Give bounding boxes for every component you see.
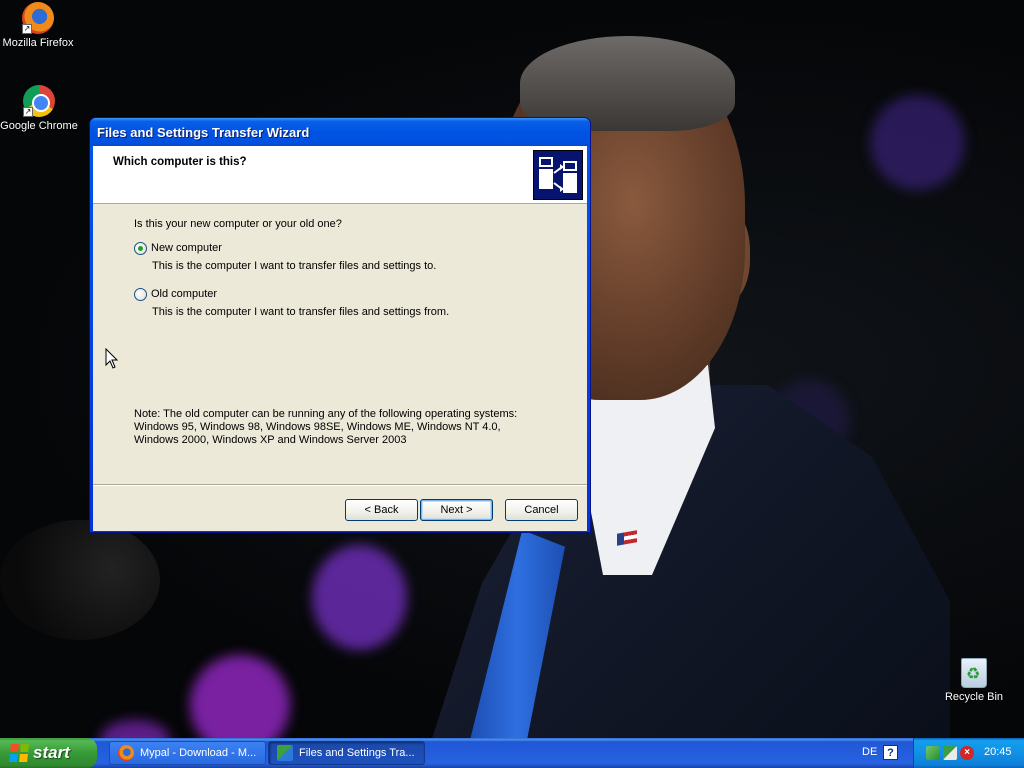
wizard-heading: Which computer is this?	[113, 156, 247, 168]
window-title: Files and Settings Transfer Wizard	[97, 124, 310, 140]
windows-flag-icon	[9, 744, 29, 762]
wizard-question: Is this your new computer or your old on…	[134, 218, 342, 230]
old-computer-radio[interactable]	[134, 287, 147, 301]
recycle-bin-icon	[961, 658, 987, 688]
taskbar-button-transfer-wizard[interactable]: Files and Settings Tra...	[268, 741, 425, 765]
taskbar: start Mypal - Download - M... Files and …	[0, 738, 1024, 768]
shortcut-arrow-icon: ↗	[22, 24, 32, 34]
taskbar-button-label: Files and Settings Tra...	[299, 747, 415, 759]
next-button[interactable]: Next >	[420, 499, 493, 521]
footer-divider	[93, 484, 587, 486]
transfer-wizard-icon	[533, 150, 583, 200]
network-icon[interactable]	[926, 746, 940, 760]
desktop-icon-recycle-bin[interactable]: Recycle Bin	[934, 658, 1014, 703]
cancel-button[interactable]: Cancel	[505, 499, 578, 521]
wallpaper-bokeh	[312, 545, 407, 650]
new-computer-radio[interactable]	[134, 241, 147, 255]
wizard-client-area: Which computer is this? Is this your new…	[93, 146, 587, 531]
start-label: start	[33, 743, 70, 762]
wallpaper-bokeh	[100, 720, 170, 738]
new-computer-description: This is the computer I want to transfer …	[152, 260, 437, 272]
note-line: Windows 2000, Windows XP and Windows Ser…	[134, 434, 407, 446]
clock[interactable]: 20:45	[984, 746, 1012, 758]
help-icon[interactable]: ?	[883, 745, 898, 760]
wallpaper-microphone	[0, 520, 160, 640]
desktop-icon-label: Google Chrome	[0, 120, 78, 132]
shortcut-arrow-icon: ↗	[23, 107, 33, 117]
chrome-icon: ↗	[23, 85, 55, 117]
option-old-computer: Old computer This is the computer I want…	[134, 287, 574, 318]
transfer-wizard-window: Files and Settings Transfer Wizard Which…	[89, 117, 591, 533]
note-line: Windows 95, Windows 98, Windows 98SE, Wi…	[134, 421, 501, 433]
wallpaper-bokeh	[190, 655, 290, 738]
taskbar-button-label: Mypal - Download - M...	[140, 747, 257, 759]
old-computer-description: This is the computer I want to transfer …	[152, 306, 450, 318]
new-computer-label[interactable]: New computer	[151, 242, 222, 254]
start-button[interactable]: start	[0, 738, 97, 768]
transfer-wizard-icon	[277, 745, 293, 761]
back-button[interactable]: < Back	[345, 499, 418, 521]
wizard-note: Note: The old computer can be running an…	[134, 408, 574, 447]
note-line: Note: The old computer can be running an…	[134, 408, 518, 420]
wizard-header: Which computer is this?	[93, 146, 587, 204]
desktop-icon-chrome[interactable]: ↗ Google Chrome	[0, 85, 79, 132]
taskbar-button-mypal[interactable]: Mypal - Download - M...	[109, 741, 266, 765]
option-new-computer: New computer This is the computer I want…	[134, 241, 574, 272]
sync-icon[interactable]	[943, 746, 957, 760]
desktop-icon-firefox[interactable]: ↗ Mozilla Firefox	[0, 2, 78, 49]
language-indicator[interactable]: DE	[862, 746, 877, 758]
mypal-icon	[118, 745, 134, 761]
mouse-cursor-icon	[105, 348, 119, 369]
window-titlebar[interactable]: Files and Settings Transfer Wizard	[90, 118, 590, 146]
wizard-body: Is this your new computer or your old on…	[134, 218, 574, 333]
system-tray: × 20:45	[913, 738, 1024, 768]
old-computer-label[interactable]: Old computer	[151, 288, 217, 300]
desktop-icon-label: Recycle Bin	[944, 691, 1004, 703]
wallpaper-bokeh	[870, 95, 965, 190]
desktop-icon-label: Mozilla Firefox	[2, 37, 74, 49]
security-alert-icon[interactable]: ×	[960, 746, 974, 760]
firefox-icon: ↗	[22, 2, 54, 34]
